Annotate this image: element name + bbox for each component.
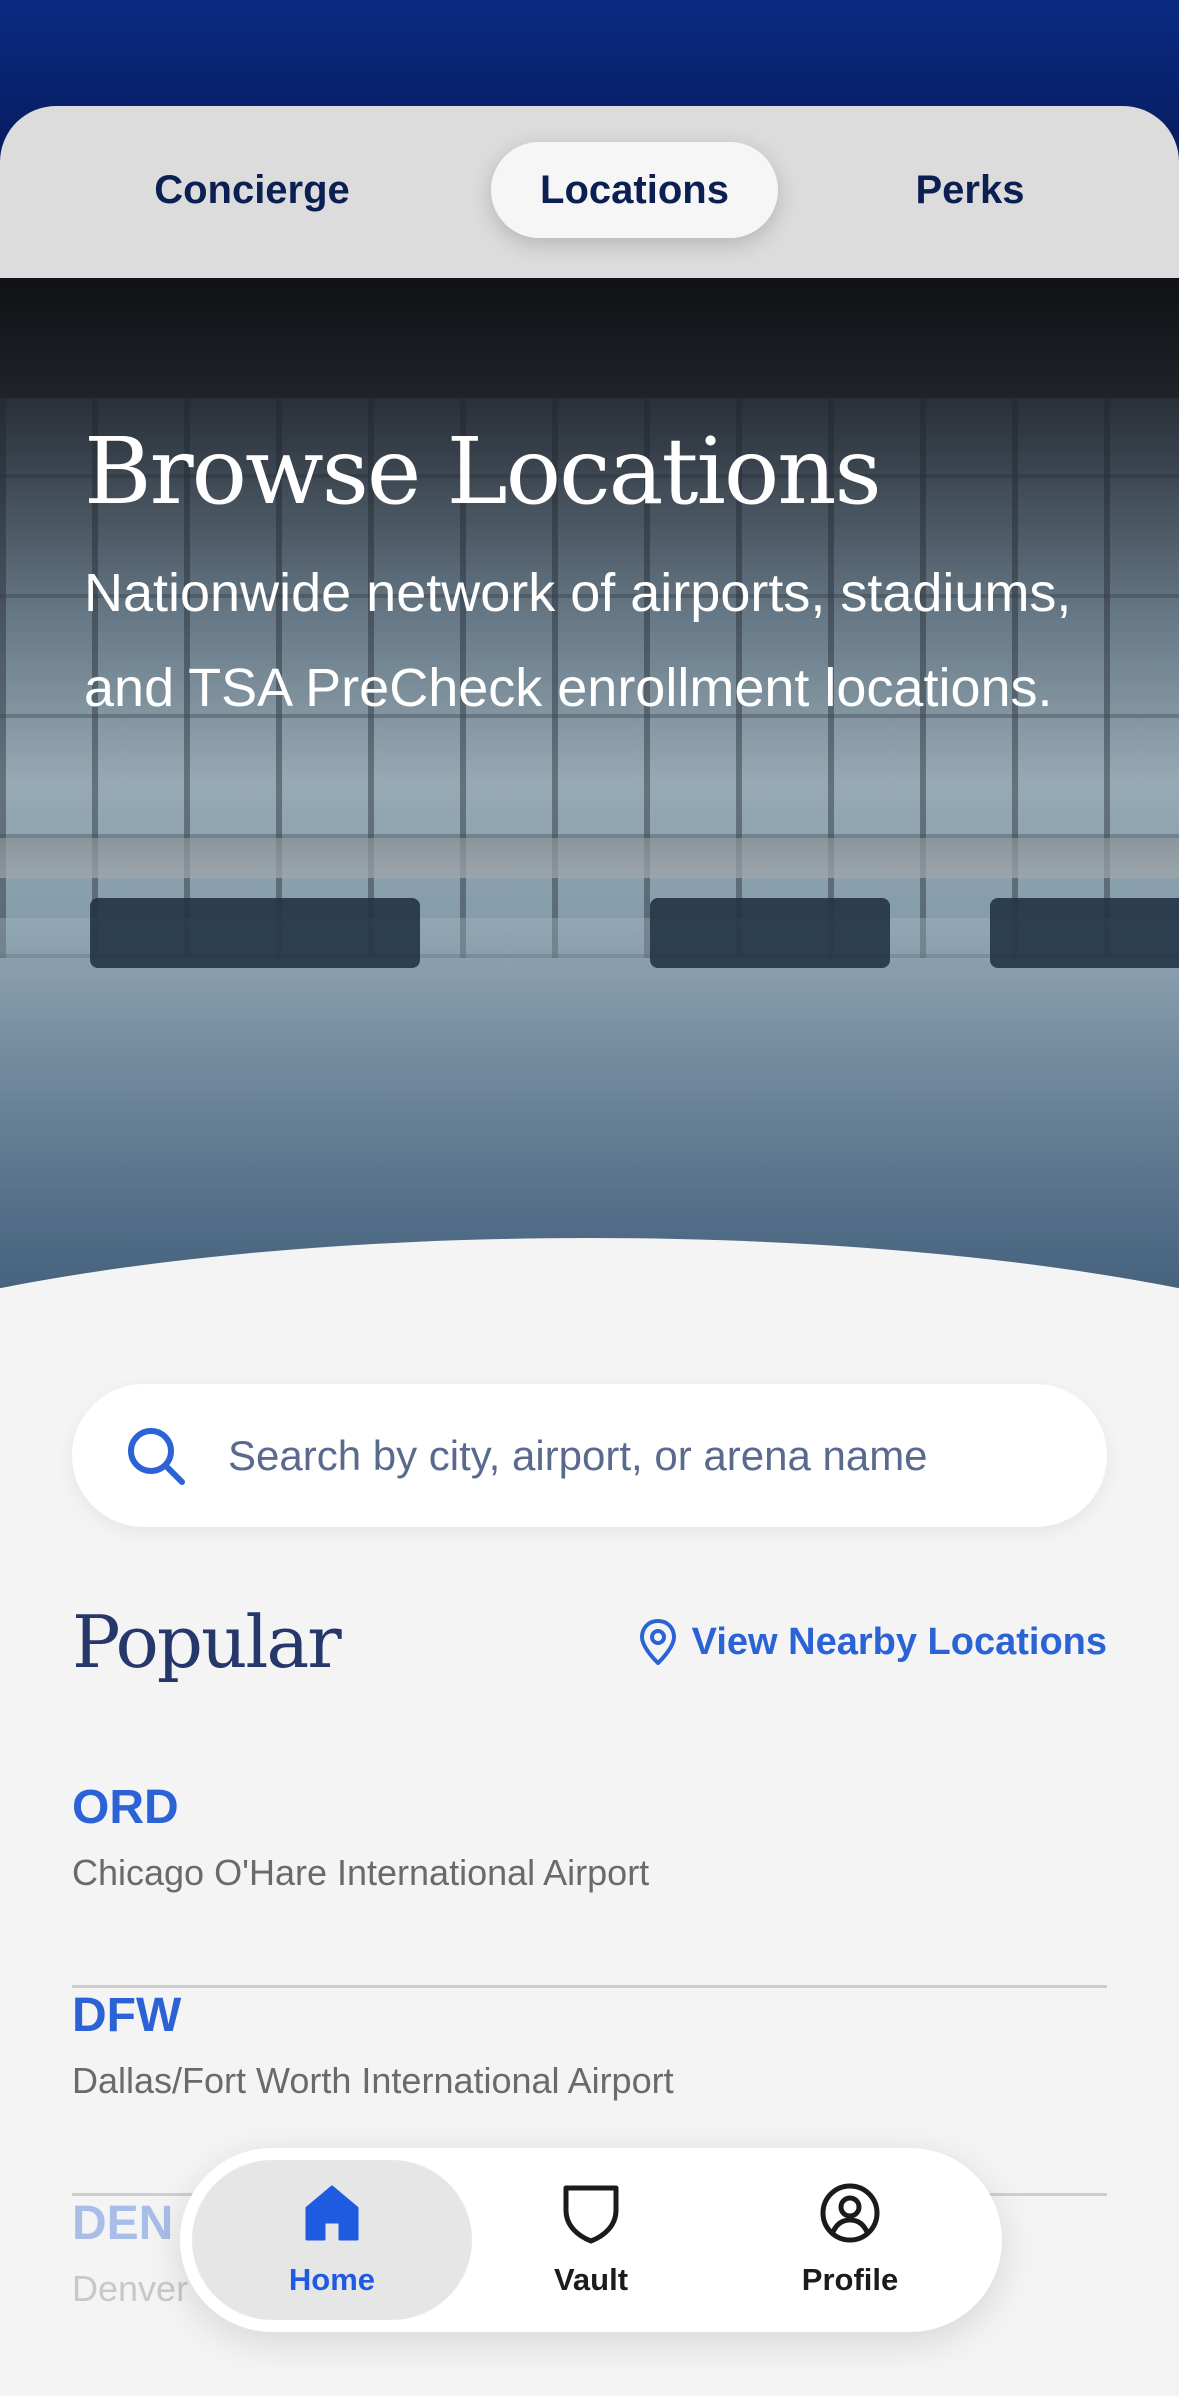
search-icon (128, 1428, 185, 1485)
hero-subtitle: Nationwide network of airports, stadiums… (84, 563, 1072, 718)
view-nearby-locations-link[interactable]: View Nearby Locations (638, 1614, 1107, 1670)
location-name: Dallas/Fort Worth International Airport (72, 2060, 674, 2101)
profile-icon (820, 2183, 880, 2243)
search-input[interactable] (228, 1384, 1078, 1527)
popular-heading: Popular (72, 1600, 342, 1684)
location-pin-icon (639, 1619, 676, 1665)
shield-icon (563, 2185, 619, 2244)
location-code: DEN (72, 2197, 174, 2250)
nav-profile-label: Profile (801, 2262, 899, 2297)
home-icon (305, 2185, 359, 2241)
search-bar[interactable] (72, 1384, 1107, 1527)
location-name: Denver (72, 2268, 189, 2309)
location-code: DFW (72, 1989, 182, 2042)
top-tab-bar: Concierge Locations Perks (0, 106, 1179, 278)
nav-home-label: Home (288, 2262, 376, 2297)
tab-perks[interactable]: Perks (880, 142, 1060, 238)
location-item-ord[interactable]: ORD Chicago O'Hare International Airport (72, 1780, 1107, 1988)
bottom-nav-bar: Home Vault Profile (180, 2148, 1002, 2332)
tab-concierge[interactable]: Concierge (120, 142, 384, 238)
location-name: Chicago O'Hare International Airport (72, 1852, 650, 1893)
nav-profile[interactable]: Profile (710, 2160, 990, 2320)
view-nearby-label: View Nearby Locations (691, 1620, 1107, 1663)
nav-home[interactable]: Home (192, 2160, 472, 2320)
tab-locations[interactable]: Locations (491, 142, 778, 238)
nav-vault[interactable]: Vault (451, 2160, 731, 2320)
location-code: ORD (72, 1781, 179, 1834)
page-title: Browse Locations (84, 418, 882, 525)
hero-banner: Browse Locations Nationwide network of a… (0, 278, 1179, 1288)
nav-vault-label: Vault (553, 2262, 629, 2297)
